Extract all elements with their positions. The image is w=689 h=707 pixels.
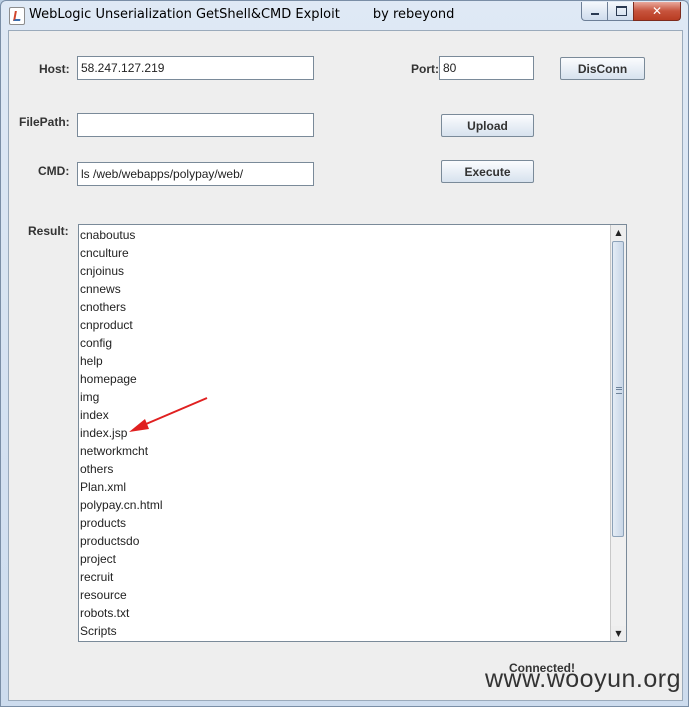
result-line: polypay.cn.html — [80, 498, 163, 512]
main-panel: Host: Port: DisConn FilePath: Upload CMD… — [8, 30, 683, 701]
result-line: products — [80, 516, 127, 530]
cmd-input[interactable] — [77, 162, 314, 186]
result-line: cnproduct — [80, 318, 133, 332]
result-line: index.jsp — [80, 426, 128, 440]
result-line: img — [80, 390, 100, 404]
minimize-icon — [591, 13, 599, 15]
disconnect-button[interactable]: DisConn — [560, 57, 645, 80]
scroll-down-button[interactable]: ▼ — [611, 626, 626, 641]
upload-button[interactable]: Upload — [441, 114, 534, 137]
title-bar[interactable]: WebLogic Unserialization GetShell&CMD Ex… — [1, 1, 688, 29]
window-title: WebLogic Unserialization GetShell&CMD Ex… — [29, 7, 455, 22]
scroll-up-arrow-icon: ▲ — [615, 228, 622, 237]
result-line: Scripts — [80, 624, 117, 638]
scroll-down-arrow-icon: ▼ — [615, 629, 622, 638]
cmd-label: CMD: — [38, 164, 70, 178]
result-textarea[interactable]: cnaboutus cnculture cnjoinus cnnews cnothers… — [78, 224, 627, 642]
maximize-button[interactable] — [607, 2, 635, 21]
result-output[interactable]: cnaboutus cnculture cnjoinus cnnews cnothers… — [79, 225, 612, 641]
grip-icon — [616, 387, 622, 394]
result-line: Plan.xml — [80, 480, 127, 494]
minimize-button[interactable] — [581, 2, 609, 21]
result-line: cnothers — [80, 300, 127, 314]
filepath-label: FilePath: — [19, 115, 70, 129]
result-line: cnnews — [80, 282, 121, 296]
result-line: config — [80, 336, 113, 350]
result-line: robots.txt — [80, 606, 130, 620]
result-line: project — [80, 552, 117, 566]
result-line: help — [80, 354, 103, 368]
result-line: productsdo — [80, 534, 140, 548]
port-input[interactable] — [439, 56, 534, 80]
scroll-thumb[interactable] — [612, 241, 624, 537]
result-line: index — [80, 408, 109, 422]
result-line: others — [80, 462, 114, 476]
result-line: cnjoinus — [80, 264, 125, 278]
host-label: Host: — [39, 62, 70, 76]
result-label: Result: — [28, 224, 69, 238]
vertical-scrollbar[interactable]: ▲ ▼ — [610, 225, 626, 641]
filepath-input[interactable] — [77, 113, 314, 137]
host-input[interactable] — [77, 56, 314, 80]
close-icon: ✕ — [651, 4, 663, 18]
execute-button[interactable]: Execute — [441, 160, 534, 183]
scroll-up-button[interactable]: ▲ — [611, 225, 626, 240]
result-line: recruit — [80, 570, 114, 584]
result-line: resource — [80, 588, 127, 602]
result-line: networkmcht — [80, 444, 149, 458]
result-line: cnaboutus — [80, 228, 136, 242]
result-line: cnculture — [80, 246, 129, 260]
close-button[interactable]: ✕ — [633, 2, 681, 21]
port-label: Port: — [411, 62, 439, 76]
java-app-icon — [9, 7, 25, 25]
result-line: homepage — [80, 372, 137, 386]
maximize-icon — [615, 6, 627, 16]
app-window: WebLogic Unserialization GetShell&CMD Ex… — [0, 0, 689, 707]
watermark: www.wooyun.org — [485, 665, 681, 693]
